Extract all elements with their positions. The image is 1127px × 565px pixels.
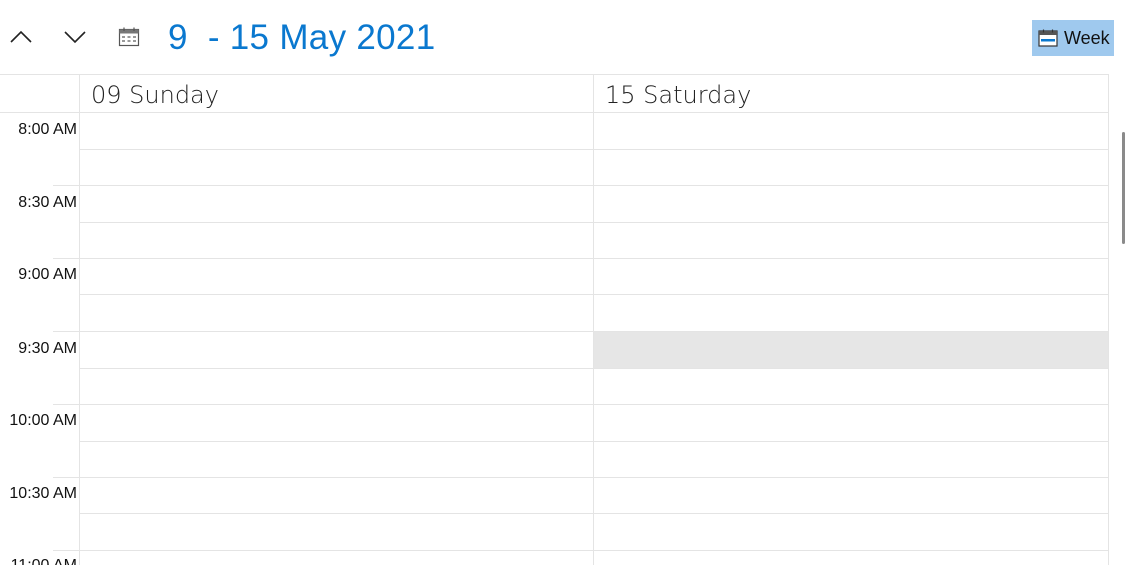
week-grid: 09 Sunday 15 Saturday 8:00 AM 8:30 AM 9:… [0, 74, 1109, 565]
previous-button[interactable] [7, 23, 35, 51]
scheduler-header: 9 - 15 May 2021 Week [0, 0, 1127, 74]
scrollbar-thumb[interactable] [1122, 132, 1125, 244]
vertical-scrollbar[interactable] [1109, 74, 1127, 565]
slot-line [53, 331, 1109, 332]
slot-subline [79, 222, 1109, 223]
slot-line [53, 550, 1109, 551]
slot-line [53, 185, 1109, 186]
slot-line [53, 404, 1109, 405]
selected-time-slot[interactable] [594, 332, 1108, 368]
time-label: 9:30 AM [18, 340, 77, 357]
slot-subline [79, 513, 1109, 514]
slot-subline [79, 294, 1109, 295]
slot-subline [79, 368, 1109, 369]
slot-line [53, 477, 1109, 478]
slot-subline [79, 441, 1109, 442]
date-picker-button[interactable] [115, 23, 143, 51]
time-label: 8:30 AM [18, 194, 77, 211]
view-label: Week [1064, 27, 1110, 48]
next-button[interactable] [61, 23, 89, 51]
column-header-saturday[interactable]: 15 Saturday [594, 75, 1109, 113]
slot-line [53, 258, 1109, 259]
chevron-down-icon [64, 31, 86, 44]
chevron-up-icon [10, 30, 32, 43]
calendar-icon [118, 27, 140, 47]
view-switcher-button[interactable]: Week [1032, 20, 1114, 56]
column-header-sunday[interactable]: 09 Sunday [80, 75, 594, 113]
calendar-week-icon [1038, 29, 1058, 47]
time-label: 11:00 AM [0, 557, 77, 565]
time-label: 10:00 AM [9, 412, 77, 429]
time-gutter-header [0, 75, 79, 113]
time-label: 9:00 AM [18, 266, 77, 283]
slot-subline [79, 149, 1109, 150]
time-label: 10:30 AM [9, 485, 77, 502]
time-label: 8:00 AM [18, 121, 77, 138]
scheduler-app: 9 - 15 May 2021 Week 09 Sunday 15 Saturd… [0, 0, 1127, 565]
date-range-title[interactable]: 9 - 15 May 2021 [168, 18, 435, 58]
